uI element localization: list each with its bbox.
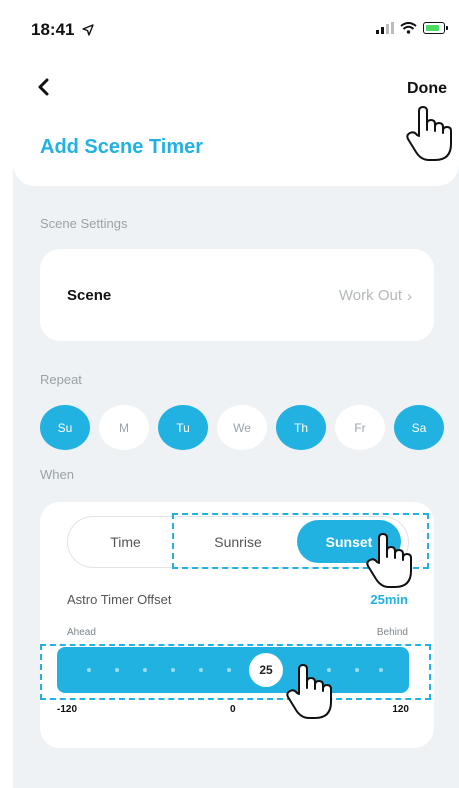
pointer-hand-icon [366,533,412,588]
day-m[interactable]: M [99,405,149,450]
app-screen: 18:41 Done Add Scene Timer Scene Setting… [13,0,459,788]
status-icons [376,22,448,34]
repeat-days: Su M Tu We Th Fr Sa [40,405,444,450]
wifi-icon [400,22,417,34]
done-button[interactable]: Done [407,80,447,98]
tick-min: -120 [57,704,78,715]
when-label: When [40,467,74,482]
chevron-right-icon: › [407,288,412,305]
repeat-label: Repeat [40,372,82,387]
day-sa[interactable]: Sa [394,405,444,450]
ahead-label: Ahead [67,627,96,638]
day-we[interactable]: We [217,405,267,450]
page-title: Add Scene Timer [40,136,204,158]
back-button[interactable] [31,74,55,100]
scene-row[interactable]: Scene Work Out › [40,249,434,341]
scene-label: Scene [67,287,112,304]
day-th[interactable]: Th [276,405,326,450]
scene-value: Work Out [338,287,402,304]
highlight-slider [40,644,431,700]
location-arrow-icon [82,24,94,36]
behind-label: Behind [376,627,408,638]
status-time: 18:41 [31,20,94,40]
tick-zero: 0 [230,704,236,715]
back-chevron-icon [38,78,49,96]
offset-label: Astro Timer Offset [67,592,172,607]
scene-settings-label: Scene Settings [40,216,128,231]
tick-max: 120 [392,704,409,715]
signal-icon [376,22,394,34]
pointer-hand-icon [286,664,332,719]
day-su[interactable]: Su [40,405,90,450]
day-tu[interactable]: Tu [158,405,208,450]
day-fr[interactable]: Fr [335,405,385,450]
offset-value: 25min [370,592,408,607]
battery-icon [423,22,448,34]
status-time-text: 18:41 [31,20,75,39]
mode-time[interactable]: Time [68,517,183,566]
pointer-hand-icon [406,106,452,161]
header: 18:41 Done Add Scene Timer [13,0,459,186]
